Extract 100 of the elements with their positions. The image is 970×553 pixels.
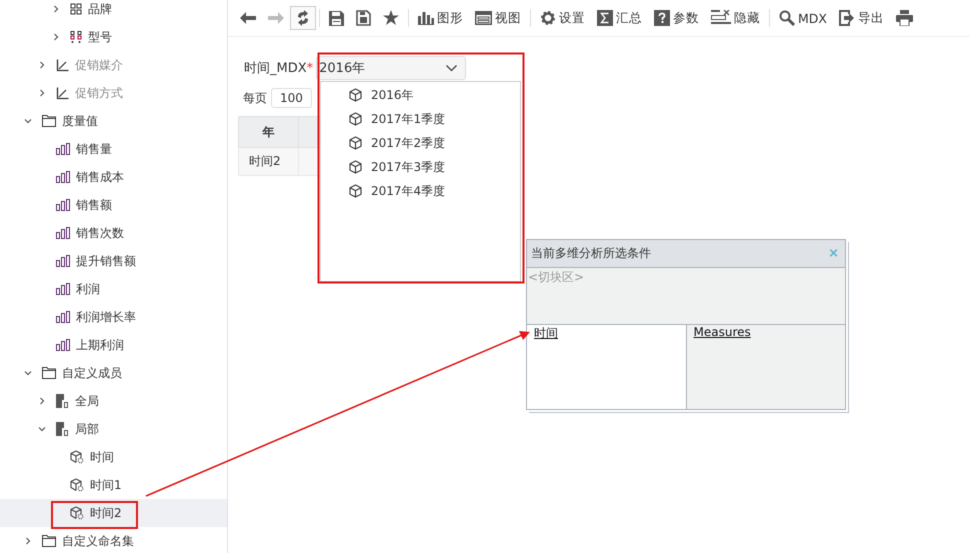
tree-item-label: 促销媒介 xyxy=(75,56,123,74)
tree-item[interactable]: 时间1 xyxy=(0,471,227,499)
tree-item[interactable]: 品牌 xyxy=(0,0,227,23)
toolbar-button[interactable]: 图形 xyxy=(412,6,469,30)
export-icon xyxy=(838,10,855,26)
dropdown-option[interactable]: 2017年1季度 xyxy=(321,107,520,131)
cube-icon xyxy=(349,112,362,126)
table-cell: 时间2 xyxy=(238,148,298,176)
toolbar-button[interactable]: 参数 xyxy=(648,6,705,30)
toolbar-button[interactable]: 设置 xyxy=(534,6,591,30)
bar-chart-icon xyxy=(56,283,70,295)
toolbar-button[interactable]: 视图 xyxy=(469,6,527,30)
tree-item[interactable]: 自定义命名集 xyxy=(0,527,227,553)
folder-icon xyxy=(42,115,56,127)
tree-item-label: 销售成本 xyxy=(76,168,124,186)
tree-item-label: 利润 xyxy=(76,280,100,298)
tree-item-label: 品牌 xyxy=(88,0,112,18)
bar-chart-icon xyxy=(56,199,70,211)
tree-item[interactable]: 局部 xyxy=(0,415,227,443)
cube-icon xyxy=(349,160,362,174)
chevron-icon[interactable] xyxy=(38,425,46,433)
dot-grid-icon xyxy=(70,31,82,43)
document-icon xyxy=(356,10,371,26)
star-icon xyxy=(383,10,399,26)
axis-link[interactable]: Measures xyxy=(694,325,751,339)
tree-item-label: 销售额 xyxy=(76,196,112,214)
tree-item[interactable]: 全局 xyxy=(0,387,227,415)
right-arrow-icon xyxy=(268,12,284,24)
layout-icon xyxy=(475,11,492,25)
tree-item[interactable]: 销售量 xyxy=(0,135,227,163)
tree-item[interactable]: 型号 xyxy=(0,23,227,51)
tree-item-label: 时间 xyxy=(90,448,114,466)
tree-item[interactable]: 度量值 xyxy=(0,107,227,135)
bar-chart-icon xyxy=(56,311,70,323)
refresh-icon xyxy=(296,10,310,26)
save-icon xyxy=(329,10,344,26)
tree-item[interactable]: 时间2 xyxy=(0,499,227,527)
column-header: 年 xyxy=(238,116,298,148)
icon-button[interactable] xyxy=(290,6,316,30)
toolbar-button[interactable]: 导出 xyxy=(832,6,890,30)
dropdown-option[interactable]: 2017年2季度 xyxy=(321,131,520,155)
bar-chart-icon xyxy=(56,339,70,351)
bar-chart-icon xyxy=(56,255,70,267)
cube-icon xyxy=(70,478,84,492)
cube-icon xyxy=(349,184,362,198)
tree-item-label: 上期利润 xyxy=(76,336,124,354)
parameter-select[interactable]: 2016年 xyxy=(316,56,466,80)
bar-chart-icon xyxy=(56,227,70,239)
tree-item[interactable]: 利润 xyxy=(0,275,227,303)
tree-item-label: 型号 xyxy=(88,28,112,46)
tree-item-label: 自定义成员 xyxy=(62,364,122,382)
dropdown-option[interactable]: 2017年4季度 xyxy=(321,179,520,203)
settings-icon xyxy=(540,10,556,26)
slicer-label: <切块区> xyxy=(528,270,584,284)
block-icon xyxy=(56,394,69,408)
tree-item-label: 时间1 xyxy=(90,476,122,494)
tree-item[interactable]: 利润增长率 xyxy=(0,303,227,331)
dropdown-option[interactable]: 2016年 xyxy=(321,83,520,107)
required-mark: * xyxy=(306,60,314,76)
toolbar-button[interactable]: MDX xyxy=(773,6,833,30)
page-size-label: 每页 xyxy=(243,90,267,106)
cube-icon xyxy=(70,506,84,520)
tree-item-label: 提升销售额 xyxy=(76,252,136,270)
chevron-icon[interactable] xyxy=(24,117,32,125)
chevron-icon[interactable] xyxy=(24,537,32,545)
cube-icon xyxy=(349,88,362,102)
tree-item-label: 自定义命名集 xyxy=(62,532,134,550)
chevron-icon[interactable] xyxy=(24,369,32,377)
tree-item[interactable]: 销售额 xyxy=(0,191,227,219)
cube-icon xyxy=(70,450,84,464)
tree-item[interactable]: 上期利润 xyxy=(0,331,227,359)
tree-item[interactable]: 销售成本 xyxy=(0,163,227,191)
axis-link[interactable]: 时间 xyxy=(534,326,558,340)
tree-item-label: 全局 xyxy=(75,392,99,410)
axis-icon xyxy=(56,86,69,100)
hide-rows-icon xyxy=(711,10,731,26)
chevron-icon[interactable] xyxy=(52,5,60,13)
chevron-icon[interactable] xyxy=(38,397,46,405)
tree-item-label: 销售量 xyxy=(76,140,112,158)
tree-item-label: 时间2 xyxy=(90,504,122,522)
bar-chart-icon xyxy=(56,143,70,155)
parameter-label: 时间_MDX xyxy=(244,60,307,77)
block-icon xyxy=(56,422,69,436)
tree-item-label: 促销方式 xyxy=(75,84,123,102)
dropdown-caret-icon xyxy=(446,64,458,72)
tree-item[interactable]: 销售次数 xyxy=(0,219,227,247)
tree-item[interactable]: 时间 xyxy=(0,443,227,471)
tree-item[interactable]: 提升销售额 xyxy=(0,247,227,275)
tree-item[interactable]: 自定义成员 xyxy=(0,359,227,387)
folder-icon xyxy=(42,535,56,547)
bar-chart-icon xyxy=(418,11,434,25)
tree-item-label: 局部 xyxy=(75,420,99,438)
dropdown-option[interactable]: 2017年3季度 xyxy=(321,155,520,179)
printer-icon xyxy=(896,10,913,26)
tree-item-label: 销售次数 xyxy=(76,224,124,242)
chevron-icon[interactable] xyxy=(52,33,60,41)
toolbar-button[interactable]: 隐藏 xyxy=(705,6,766,30)
toolbar-button[interactable]: 汇总 xyxy=(591,6,648,30)
question-icon xyxy=(654,10,670,26)
page-size-field[interactable]: 100 xyxy=(271,88,312,108)
